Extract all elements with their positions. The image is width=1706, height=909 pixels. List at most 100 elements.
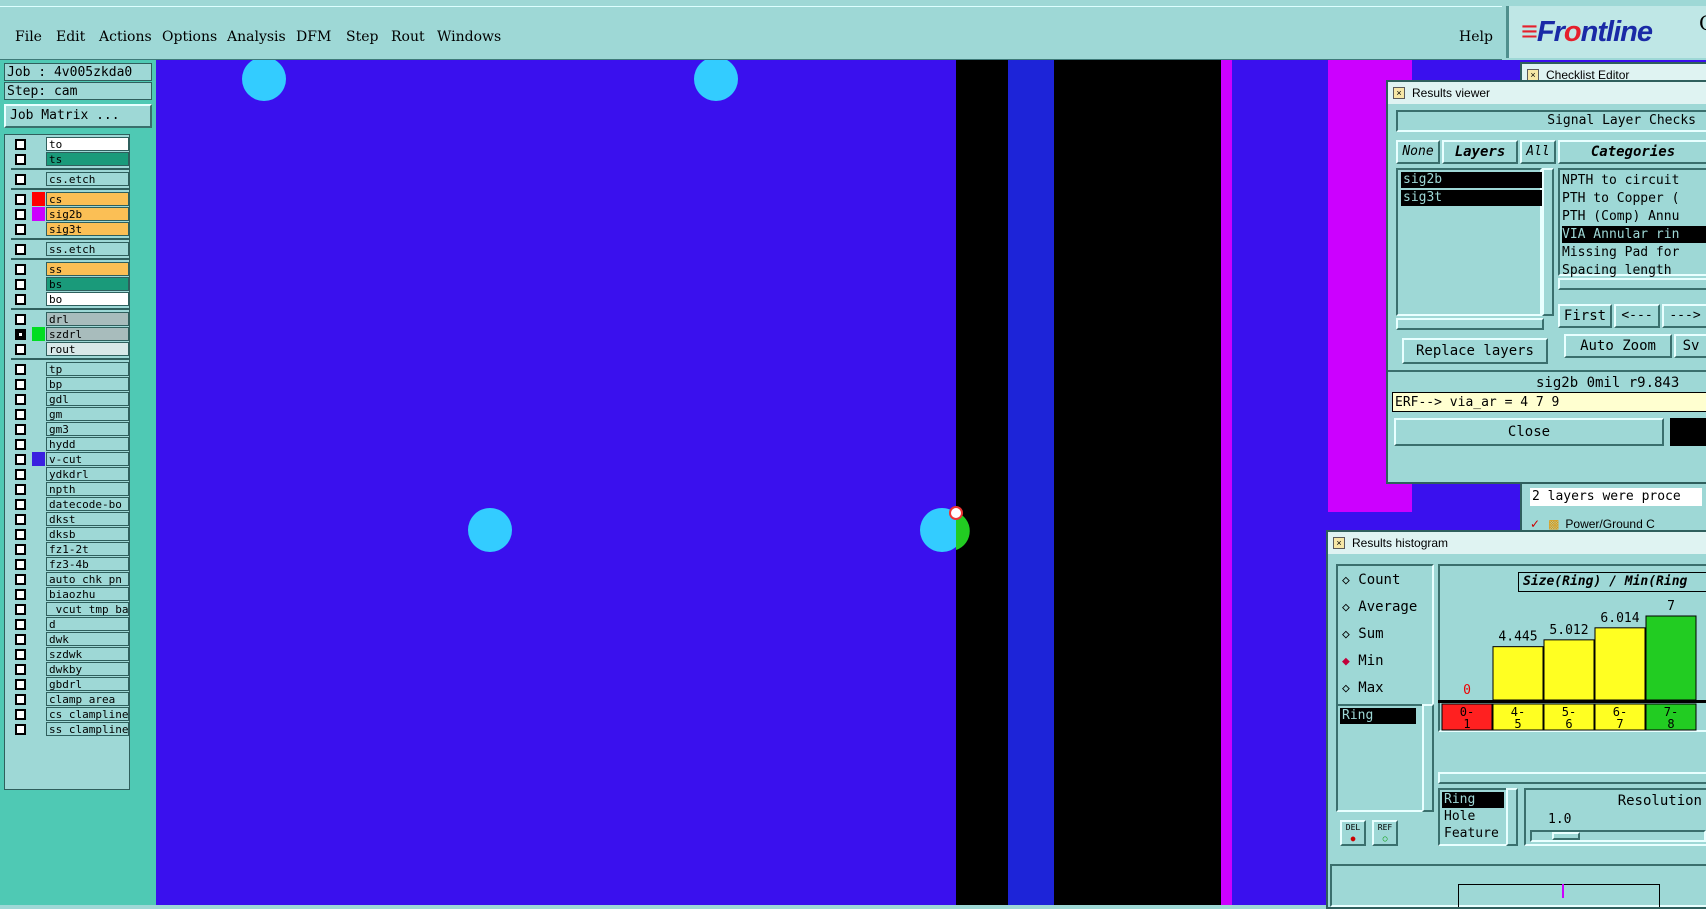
layer-row[interactable]: gdl [11, 392, 129, 406]
layer-row[interactable]: ydkdrl [11, 467, 129, 481]
layer-row[interactable]: npth [11, 482, 129, 496]
category-item[interactable]: PTH to Copper ( [1562, 190, 1706, 207]
layer-row[interactable]: bp [11, 377, 129, 391]
layer-checkbox[interactable] [15, 514, 26, 525]
layer-name[interactable]: ss_clampline [46, 722, 129, 736]
category-item[interactable]: NPTH to circuit [1562, 172, 1706, 189]
layer-name[interactable]: gdl [46, 392, 129, 406]
category-hscrollbar[interactable] [1558, 278, 1706, 290]
layer-checkbox[interactable] [15, 294, 26, 305]
layer-name[interactable]: auto_chk_pn [46, 572, 129, 586]
layer-row[interactable]: dksb [11, 527, 129, 541]
layer-name[interactable]: dwk [46, 632, 129, 646]
histogram-title-bar[interactable]: × Results histogram [1328, 532, 1706, 554]
auto-zoom-dropdown[interactable]: Auto Zoom [1564, 334, 1672, 358]
categories-button[interactable]: Categories [1558, 140, 1706, 164]
layer-row[interactable]: cs.etch [11, 172, 129, 186]
layer-name[interactable]: gm3 [46, 422, 129, 436]
menu-help[interactable]: Help [1459, 29, 1493, 45]
layers-button[interactable]: Layers [1442, 140, 1518, 164]
layer-checkbox[interactable] [15, 329, 26, 340]
layer-name[interactable]: szdwk [46, 647, 129, 661]
layer-row[interactable]: szdwk [11, 647, 129, 661]
layer-row[interactable]: dkst [11, 512, 129, 526]
menu-options[interactable]: Options [162, 29, 217, 45]
layer-name[interactable]: _vcut_tmp_ba [46, 602, 129, 616]
layer-name[interactable]: dksb [46, 527, 129, 541]
result-layer-item[interactable]: sig3t [1401, 190, 1543, 206]
layer-row[interactable]: cs [11, 192, 129, 206]
layer-row[interactable]: ts [11, 152, 129, 166]
layer-checkbox[interactable] [15, 709, 26, 720]
layer-row[interactable]: _vcut_tmp_ba [11, 602, 129, 616]
menu-analysis[interactable]: Analysis [227, 29, 286, 45]
layer-name[interactable]: npth [46, 482, 129, 496]
menu-file[interactable]: File [15, 29, 42, 45]
layer-checkbox[interactable] [15, 244, 26, 255]
layer-checkbox[interactable] [15, 194, 26, 205]
layer-row[interactable]: ss [11, 262, 129, 276]
category-item[interactable]: PTH (Comp) Annu [1562, 208, 1706, 225]
layer-row[interactable]: fz1-2t [11, 542, 129, 556]
list-scrollbar[interactable] [1422, 704, 1434, 812]
layer-name[interactable]: sig2b [46, 207, 129, 221]
layer-row[interactable]: tp [11, 362, 129, 376]
layer-row[interactable]: sig3t [11, 222, 129, 236]
menu-dfm[interactable]: DFM [296, 29, 331, 45]
layer-name[interactable]: rout [46, 342, 129, 356]
layer-row[interactable]: cs_clampline [11, 707, 129, 721]
layer-checkbox[interactable] [15, 379, 26, 390]
layer-row[interactable]: fz3-4b [11, 557, 129, 571]
histogram-bar[interactable] [1645, 615, 1697, 701]
layer-name[interactable]: ts [46, 152, 129, 166]
layer-name[interactable]: to [46, 137, 129, 151]
next-button[interactable]: ---> [1662, 304, 1706, 328]
layer-row[interactable]: biaozhu [11, 587, 129, 601]
layer-checkbox[interactable] [15, 314, 26, 325]
layer-row[interactable]: clamp_area [11, 692, 129, 706]
checklist-item[interactable]: Power/Ground C [1565, 517, 1654, 531]
layer-checkbox[interactable] [15, 499, 26, 510]
result-layer-item[interactable]: sig2b [1401, 172, 1543, 188]
layer-name[interactable]: ss [46, 262, 129, 276]
layer-row[interactable]: gm3 [11, 422, 129, 436]
histogram-bar[interactable] [1492, 646, 1544, 701]
layer-name[interactable]: sig3t [46, 222, 129, 236]
layer-checkbox[interactable] [15, 634, 26, 645]
layer-name[interactable]: clamp_area [46, 692, 129, 706]
layer-name[interactable]: bs [46, 277, 129, 291]
layer-name[interactable]: tp [46, 362, 129, 376]
ref-button[interactable]: REF ○ [1372, 820, 1398, 846]
layer-row[interactable]: auto_chk_pn [11, 572, 129, 586]
radio-min[interactable]: ◆ Min [1342, 651, 1432, 671]
layer-checkbox[interactable] [15, 529, 26, 540]
sv-button[interactable]: Sv [1674, 334, 1706, 358]
del-button[interactable]: DEL ● [1340, 820, 1366, 846]
layer-row[interactable]: bo [11, 292, 129, 306]
layer-name[interactable]: bp [46, 377, 129, 391]
layer-checkbox[interactable] [15, 619, 26, 630]
radio-average[interactable]: ◇ Average [1342, 597, 1432, 617]
layer-checkbox[interactable] [15, 364, 26, 375]
job-matrix-button[interactable]: Job Matrix ... [4, 104, 152, 128]
layer-row[interactable]: hydd [11, 437, 129, 451]
layer-checkbox[interactable] [15, 344, 26, 355]
type-scrollbar[interactable] [1506, 788, 1518, 846]
layer-checkbox[interactable] [15, 544, 26, 555]
layer-checkbox[interactable] [15, 209, 26, 220]
radio-sum[interactable]: ◇ Sum [1342, 624, 1432, 644]
category-item[interactable]: Spacing length [1562, 262, 1706, 279]
close-icon[interactable]: × [1393, 87, 1405, 99]
none-button[interactable]: None [1396, 140, 1440, 164]
layer-name[interactable]: cs.etch [46, 172, 129, 186]
layer-checkbox[interactable] [15, 664, 26, 675]
layer-name[interactable]: biaozhu [46, 587, 129, 601]
layer-row[interactable]: gm [11, 407, 129, 421]
layer-list-scrollbar[interactable] [1542, 168, 1554, 316]
histogram-bar[interactable] [1543, 639, 1595, 701]
layer-name[interactable]: fz3-4b [46, 557, 129, 571]
layer-checkbox[interactable] [15, 409, 26, 420]
histogram-hscrollbar[interactable] [1438, 772, 1706, 784]
layer-checkbox[interactable] [15, 484, 26, 495]
layer-name[interactable]: datecode-bo [46, 497, 129, 511]
